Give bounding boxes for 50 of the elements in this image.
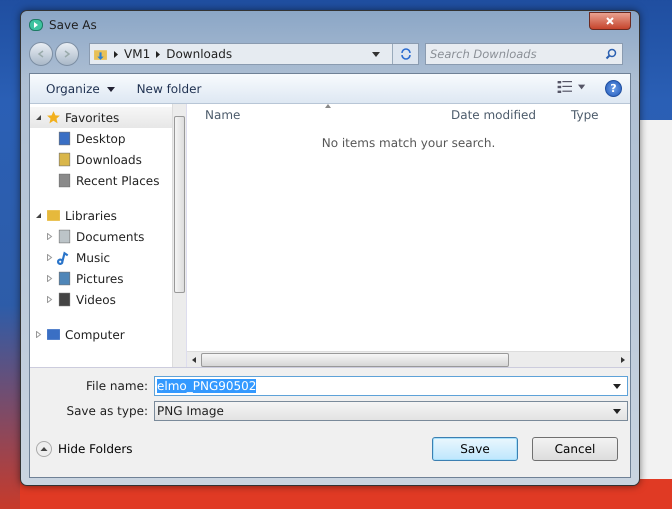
new-folder-button[interactable]: New folder [128, 80, 210, 98]
column-header[interactable]: Date modified [445, 108, 555, 122]
organize-button[interactable]: Organize [38, 80, 123, 98]
search-input[interactable]: Search Downloads [426, 47, 605, 61]
expand-arrow-icon[interactable] [35, 114, 42, 121]
scroll-left-icon[interactable] [192, 356, 196, 362]
file-name-label: File name: [85, 379, 149, 393]
search-icon [605, 48, 617, 60]
window-title: Save As [49, 18, 97, 32]
breadcrumb-item[interactable]: VM1 [124, 47, 150, 61]
nav-tree-item[interactable]: Computer [30, 324, 172, 345]
back-button[interactable] [29, 42, 53, 66]
nav-tree-item[interactable]: Recent Places [30, 170, 172, 191]
empty-message: No items match your search. [320, 136, 496, 150]
save-type-dropdown[interactable]: PNG Image [154, 401, 628, 421]
refresh-icon[interactable] [400, 48, 412, 60]
breadcrumb-arrow-icon[interactable] [114, 50, 118, 58]
dropdown-caret-icon[interactable] [613, 408, 621, 414]
breadcrumb-arrow-icon[interactable] [156, 50, 160, 58]
refresh-button[interactable] [392, 44, 418, 64]
column-header[interactable]: Type [555, 108, 599, 122]
caret-icon[interactable] [106, 86, 115, 92]
nav-tree-item[interactable]: Pictures [30, 268, 172, 289]
hide-folders-button[interactable]: Hide Folders [36, 441, 133, 457]
vertical-scrollbar[interactable] [172, 104, 186, 367]
close-icon[interactable] [605, 16, 615, 26]
column-header[interactable]: Name [187, 108, 445, 122]
breadcrumb-item[interactable]: Downloads [166, 47, 232, 61]
forward-button[interactable] [55, 42, 79, 66]
app-icon [29, 19, 43, 31]
star-icon [46, 110, 61, 125]
dropdown-caret-icon[interactable] [372, 52, 380, 56]
nav-tree-item[interactable]: Videos [30, 289, 172, 310]
dropdown-caret-icon[interactable] [613, 384, 621, 388]
search-field[interactable]: Search Downloads [425, 43, 623, 65]
sort-arrow-icon [325, 104, 331, 108]
close-button[interactable] [589, 12, 631, 30]
nav-tree-item[interactable]: Downloads [30, 149, 172, 170]
save-type-label: Save as type: [65, 404, 149, 418]
nav-tree-item[interactable]: Libraries [30, 205, 172, 226]
nav-tree-item[interactable]: Desktop [30, 128, 172, 149]
dialog-button[interactable]: Save [432, 437, 518, 461]
expand-arrow-icon[interactable] [35, 212, 42, 219]
scroll-right-icon[interactable] [621, 356, 625, 362]
nav-tree-item[interactable]: Favorites [30, 107, 172, 128]
nav-tree-item[interactable]: Music [30, 247, 172, 268]
address-bar[interactable]: VM1 Downloads [89, 43, 419, 65]
dialog-button[interactable]: Cancel [532, 437, 618, 461]
horizontal-scrollbar[interactable] [187, 351, 630, 367]
nav-tree-item[interactable]: Documents [30, 226, 172, 247]
